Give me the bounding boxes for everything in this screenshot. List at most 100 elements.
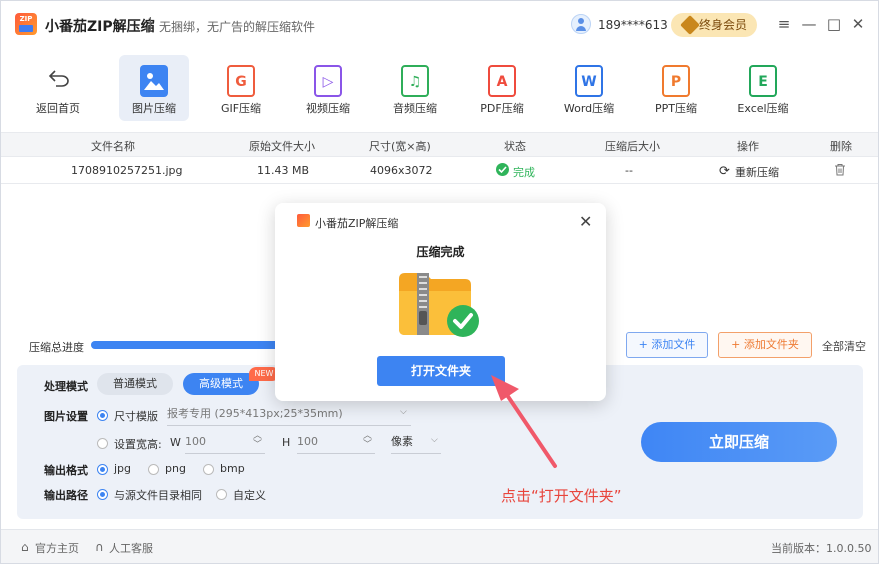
- refresh-icon[interactable]: ⟳: [719, 164, 730, 179]
- unit-value: 像素: [391, 435, 413, 448]
- height-label: H: [282, 436, 291, 449]
- title-separator: |: [148, 16, 153, 32]
- tool-label: 图片压缩: [132, 102, 176, 115]
- format-png-label: png: [165, 462, 186, 475]
- width-stepper-icon[interactable]: ︿ ﹀: [253, 432, 262, 450]
- path-same-radio[interactable]: [97, 489, 108, 500]
- plus-icon: +: [731, 338, 744, 351]
- width-label: W: [170, 436, 181, 449]
- compress-now-button[interactable]: 立即压缩: [641, 422, 837, 462]
- size-template-select[interactable]: 报考专用 (295*413px;25*35mm): [167, 404, 411, 426]
- col-compressed-size: 压缩后大小: [605, 140, 660, 153]
- maximize-icon[interactable]: □: [825, 15, 843, 33]
- tool-video-compress[interactable]: ▷ 视频压缩: [293, 55, 363, 121]
- col-status: 状态: [504, 140, 526, 153]
- advanced-mode-button[interactable]: 高级模式: [183, 373, 259, 395]
- excel-file-icon: E: [749, 65, 777, 97]
- home-icon[interactable]: ⌂: [21, 540, 29, 554]
- dialog-close-icon[interactable]: ✕: [579, 212, 592, 231]
- add-file-button[interactable]: + 添加文件: [626, 332, 708, 358]
- template-value: 报考专用 (295*413px;25*35mm): [167, 407, 343, 420]
- chevron-down-icon: ⌵: [400, 407, 407, 417]
- row-compressed-size: --: [625, 164, 633, 177]
- path-label: 输出路径: [44, 489, 88, 502]
- gif-file-icon: G: [227, 65, 255, 97]
- audio-file-icon: ♫: [401, 65, 429, 97]
- row-status: 完成: [513, 166, 535, 179]
- chevron-down-icon: ⌵: [431, 435, 438, 445]
- progress-fill: [91, 341, 291, 349]
- custom-size-radio[interactable]: [97, 438, 108, 449]
- format-label: 输出格式: [44, 464, 88, 477]
- format-bmp-radio[interactable]: [203, 464, 214, 475]
- headset-icon[interactable]: ∩: [95, 540, 104, 554]
- menu-icon[interactable]: ≡: [775, 15, 793, 33]
- recompress-link[interactable]: 重新压缩: [735, 164, 779, 180]
- mode-label: 处理模式: [44, 380, 88, 393]
- tool-word-compress[interactable]: W Word压缩: [554, 55, 624, 121]
- support-link[interactable]: 人工客服: [109, 540, 153, 556]
- ppt-file-icon: P: [662, 65, 690, 97]
- tool-label: Word压缩: [563, 102, 615, 115]
- back-arrow-icon: [48, 70, 69, 87]
- tool-image-compress[interactable]: 图片压缩: [119, 55, 189, 121]
- add-folder-button[interactable]: + 添加文件夹: [718, 332, 812, 358]
- minimize-icon[interactable]: —: [800, 15, 818, 33]
- app-window: ZIP 小番茄ZIP解压缩 | 无捆绑，无广告的解压缩软件 189****613…: [0, 0, 879, 564]
- user-phone[interactable]: 189****613: [598, 18, 668, 32]
- app-logo-icon: ZIP: [15, 13, 37, 35]
- tool-label: 视频压缩: [306, 102, 350, 115]
- progress-label: 压缩总进度: [29, 341, 84, 354]
- tool-excel-compress[interactable]: E Excel压缩: [728, 55, 798, 121]
- version-label: 当前版本：1.0.0.50: [771, 542, 872, 555]
- add-file-label: 添加文件: [651, 338, 696, 351]
- annotation-arrow-icon: [491, 375, 557, 468]
- zip-folder-icon: [399, 273, 479, 337]
- trash-icon[interactable]: [834, 163, 846, 176]
- height-stepper-icon[interactable]: ︿ ﹀: [363, 432, 372, 450]
- format-jpg-label: jpg: [114, 462, 132, 475]
- image-settings-label: 图片设置: [44, 410, 88, 423]
- back-home-label: 返回首页: [36, 102, 80, 115]
- tool-gif-compress[interactable]: G GIF压缩: [206, 55, 276, 121]
- video-file-icon: ▷: [314, 65, 342, 97]
- height-value: 100: [297, 435, 318, 448]
- col-original-size: 原始文件大小: [249, 140, 315, 153]
- row-divider: [1, 183, 878, 184]
- format-png-radio[interactable]: [148, 464, 159, 475]
- tool-label: PPT压缩: [655, 102, 697, 115]
- official-home-link[interactable]: 官方主页: [35, 540, 79, 556]
- tool-label: Excel压缩: [737, 102, 789, 115]
- path-same-label: 与源文件目录相同: [114, 489, 202, 502]
- format-bmp-label: bmp: [220, 462, 245, 475]
- dialog-title: 小番茄ZIP解压缩: [315, 217, 399, 230]
- pdf-file-icon: A: [488, 65, 516, 97]
- back-home-button[interactable]: 返回首页: [23, 55, 93, 121]
- col-dimensions: 尺寸(宽×高): [369, 140, 431, 153]
- row-file-name: 1708910257251.jpg: [71, 164, 183, 177]
- size-template-radio[interactable]: [97, 410, 108, 421]
- word-file-icon: W: [575, 65, 603, 97]
- row-dimensions: 4096x3072: [370, 164, 433, 177]
- normal-mode-button[interactable]: 普通模式: [97, 373, 173, 395]
- check-icon: [496, 163, 509, 176]
- app-slogan: 无捆绑，无广告的解压缩软件: [159, 20, 316, 34]
- custom-size-label: 设置宽高:: [114, 438, 162, 451]
- tool-pdf-compress[interactable]: A PDF压缩: [467, 55, 537, 121]
- format-jpg-radio[interactable]: [97, 464, 108, 475]
- row-original-size: 11.43 MB: [257, 164, 310, 177]
- user-avatar-icon[interactable]: [571, 14, 591, 34]
- size-template-label: 尺寸模版: [114, 410, 158, 423]
- dialog-logo-icon: [297, 214, 310, 227]
- tool-label: PDF压缩: [480, 102, 524, 115]
- width-value: 100: [185, 435, 206, 448]
- tool-ppt-compress[interactable]: P PPT压缩: [641, 55, 711, 121]
- close-icon[interactable]: ✕: [849, 15, 867, 33]
- annotation-tip: 点击“打开文件夹”: [501, 487, 622, 505]
- image-file-icon: [140, 65, 168, 97]
- tool-audio-compress[interactable]: ♫ 音频压缩: [380, 55, 450, 121]
- path-custom-radio[interactable]: [216, 489, 227, 500]
- clear-all-button[interactable]: 全部清空: [822, 338, 866, 354]
- tool-label: GIF压缩: [220, 102, 262, 115]
- plus-icon: +: [638, 338, 652, 351]
